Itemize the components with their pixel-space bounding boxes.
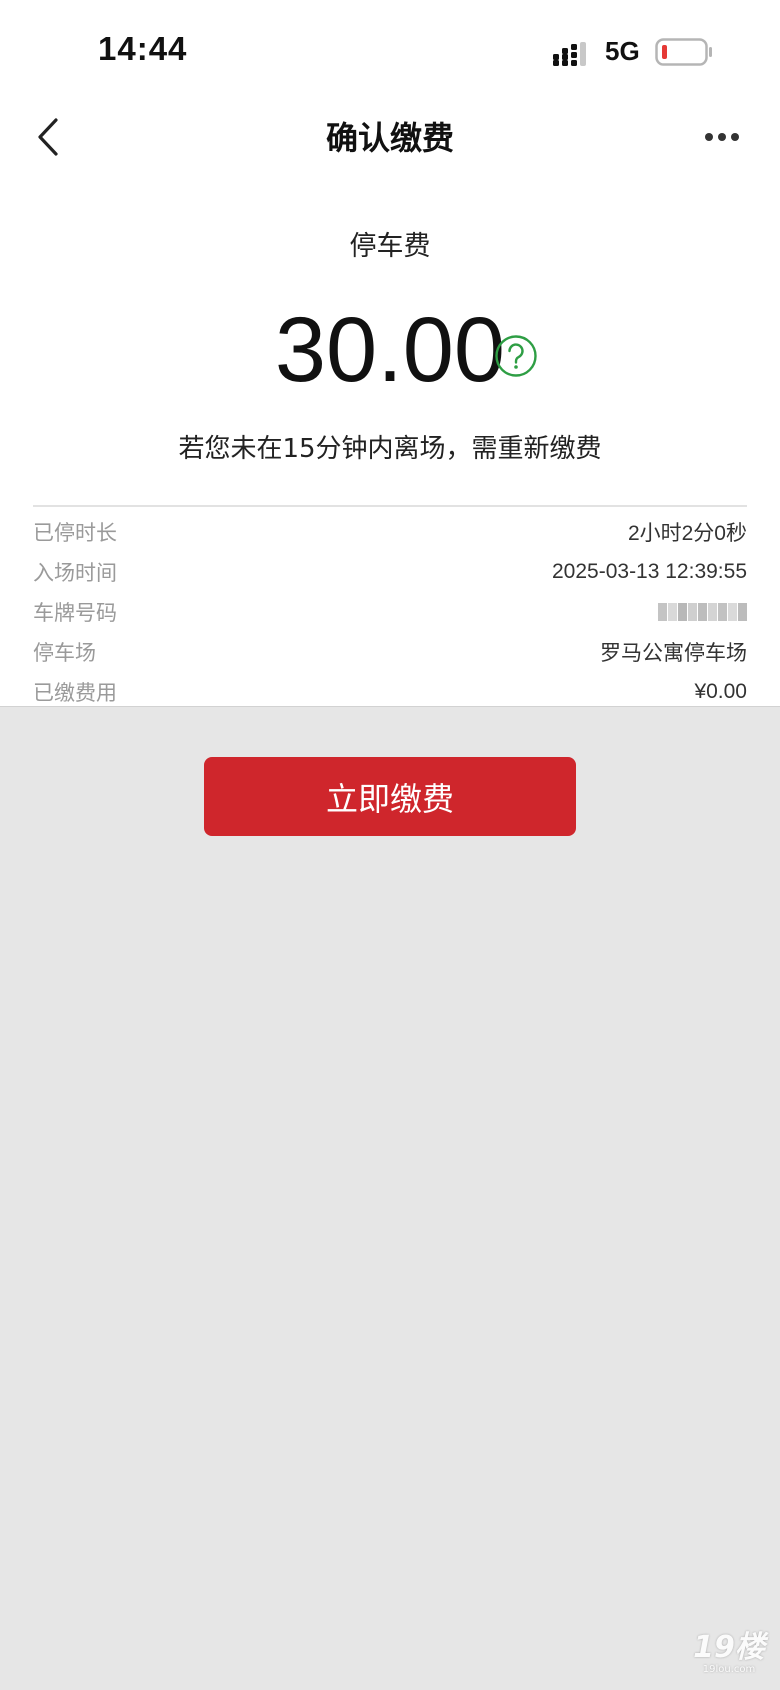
info-label: 入场时间 <box>33 561 117 585</box>
signal-bars-icon <box>553 42 586 66</box>
info-row-paid: 已缴费用 ¥0.00 <box>33 672 747 712</box>
battery-low-icon <box>655 38 712 66</box>
network-type: 5G <box>605 36 640 66</box>
more-dots-icon[interactable] <box>704 128 740 146</box>
info-row-plate: 车牌号码 <box>33 592 747 632</box>
fee-amount: 30.00 <box>274 299 506 401</box>
info-label: 已缴费用 <box>33 681 117 705</box>
page-title: 确认缴费 <box>325 119 454 157</box>
info-row-lot: 停车场 罗马公寓停车场 <box>33 632 747 672</box>
status-time: 14:44 <box>98 30 188 67</box>
watermark-logo: 19楼 <box>693 1630 765 1665</box>
info-value: 罗马公寓停车场 <box>600 642 747 665</box>
plate-number-redacted <box>658 603 747 621</box>
watermark-domain: 19lou.com <box>702 1664 756 1675</box>
amount-row: 30.00 <box>0 300 780 400</box>
info-value: 2小时2分0秒 <box>627 522 747 545</box>
info-row-duration: 已停时长 2小时2分0秒 <box>33 512 747 552</box>
divider <box>33 505 747 507</box>
info-label: 已停时长 <box>33 521 117 545</box>
parking-info-list: 已停时长 2小时2分0秒 入场时间 2025-03-13 12:39:55 车牌… <box>33 512 747 712</box>
info-label: 停车场 <box>33 641 96 665</box>
payment-panel: 14:44 5G 确认缴费 停车费 30.00 若您未在15分钟内离场，需重新缴… <box>0 0 780 707</box>
info-value: 2025-03-13 12:39:55 <box>552 560 747 583</box>
info-value: ¥0.00 <box>694 680 747 703</box>
site-watermark: 19楼 19lou.com <box>684 1632 774 1680</box>
pay-now-button[interactable]: 立即缴费 <box>204 757 576 836</box>
info-row-entry-time: 入场时间 2025-03-13 12:39:55 <box>33 552 747 592</box>
question-circle-icon[interactable] <box>494 334 538 378</box>
info-label: 车牌号码 <box>33 601 117 625</box>
fee-type: 停车费 <box>349 231 431 262</box>
refund-notice: 若您未在15分钟内离场，需重新缴费 <box>178 434 602 464</box>
